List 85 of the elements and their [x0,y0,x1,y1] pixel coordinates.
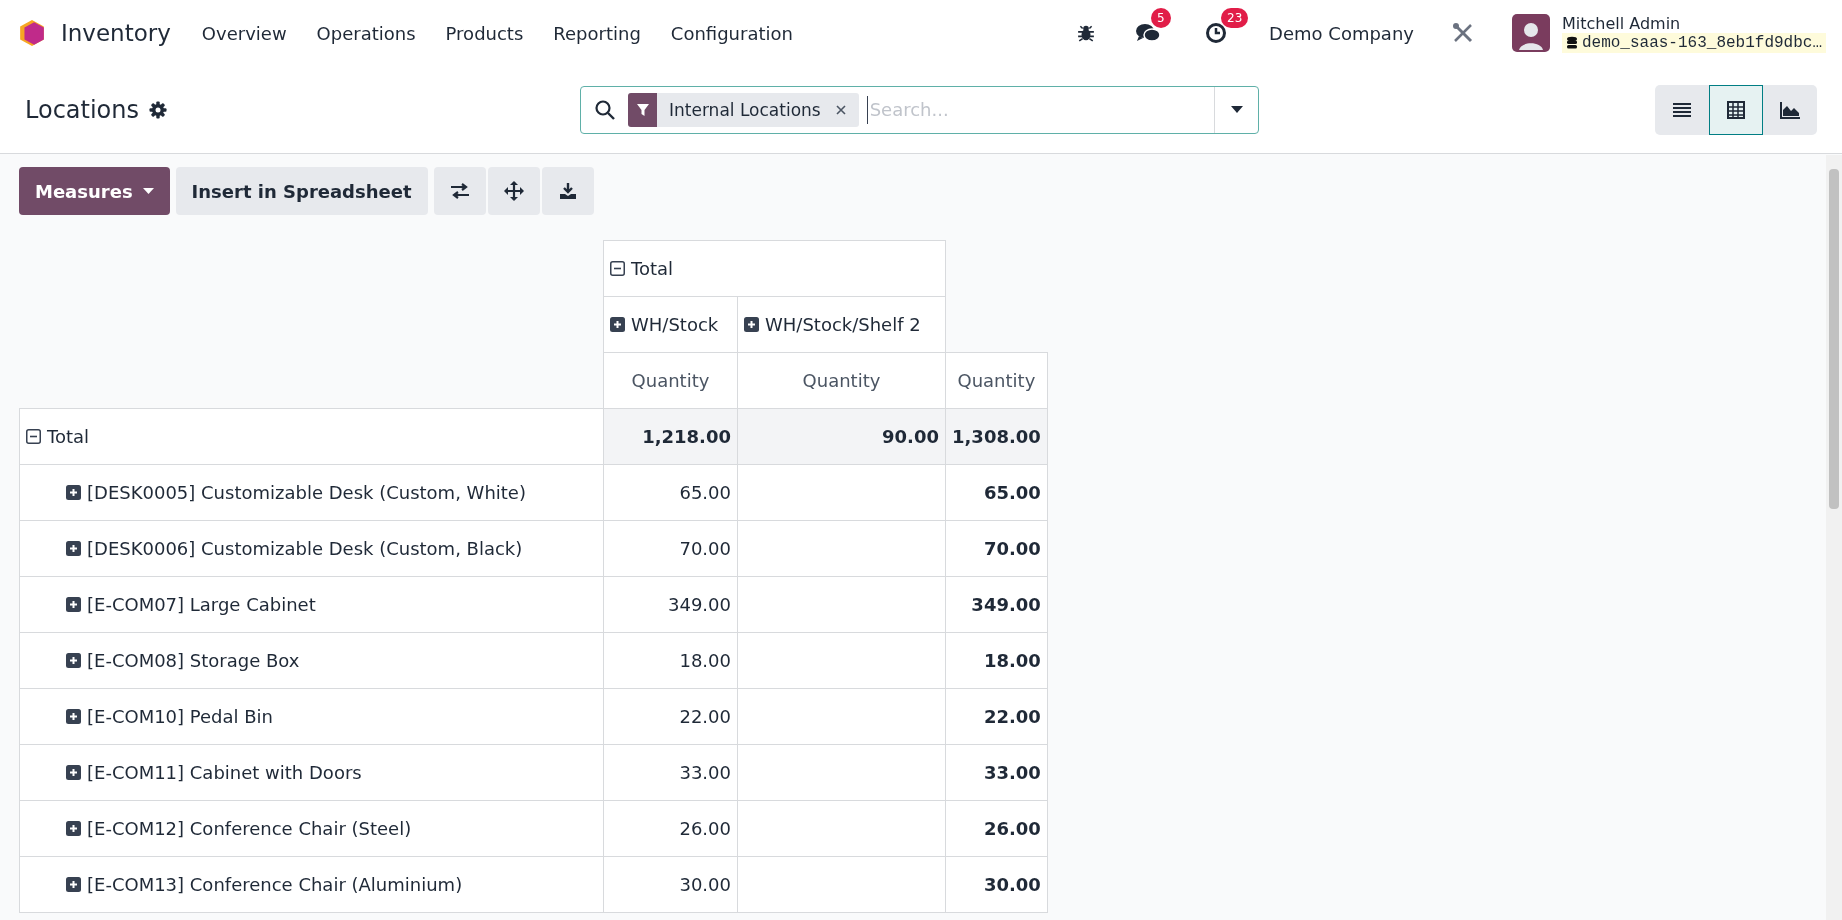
plus-square-icon [66,820,81,836]
settings-icon[interactable] [149,100,167,119]
value-cell: 22.00 [983,706,1041,727]
row-header[interactable]: [E-COM10] Pedal Bin [19,688,604,745]
user-name[interactable]: Mitchell Admin [1561,13,1826,33]
bug-icon[interactable] [1077,24,1096,42]
column-header[interactable]: Total [603,240,946,297]
value-cell: 65.00 [983,482,1041,503]
measure-header[interactable]: Quantity [945,352,1048,409]
row-header[interactable]: [E-COM13] Conference Chair (Aluminium) [19,856,604,913]
plus-square-icon [610,316,625,332]
caret-down-icon [142,187,154,195]
company-switcher[interactable]: Demo Company [1269,22,1414,44]
value-cell: 18.00 [983,650,1041,671]
plus-square-icon [66,484,81,500]
facet-label: Internal Locations [669,99,821,120]
search-icon[interactable] [594,98,616,121]
breadcrumb-title: Locations [25,95,139,124]
plus-square-icon [66,596,81,612]
row-header[interactable]: [E-COM11] Cabinet with Doors [19,744,604,801]
flip-axis-button[interactable] [433,167,486,215]
expand-all-button[interactable] [487,167,540,215]
measures-button[interactable]: Measures [19,167,170,215]
value-cell: 33.00 [679,762,731,783]
value-cell: 22.00 [679,706,731,727]
menu-item[interactable]: Operations [301,22,431,44]
download-icon [558,182,577,200]
minus-square-icon [610,260,625,276]
insert-spreadsheet-button[interactable]: Insert in Spreadsheet [175,167,428,215]
chat-bubbles-icon[interactable] [1135,22,1162,44]
database-icon [1565,35,1578,50]
value-cell: 18.00 [679,650,731,671]
plus-square-icon [66,708,81,724]
column-header[interactable]: WH/Stock [603,296,738,353]
swap-arrows-icon [449,183,470,199]
table-icon [1726,99,1746,120]
clock-icon[interactable] [1205,22,1228,44]
row-header[interactable]: [DESK0006] Customizable Desk (Custom, Black) [19,520,604,577]
row-header[interactable]: [E-COM08] Storage Box [19,632,604,689]
value-cell: 65.00 [679,482,731,503]
plus-square-icon [66,876,81,892]
message-count-badge: 5 [1151,8,1171,28]
value-cell: 30.00 [679,874,731,895]
row-header[interactable]: [E-COM07] Large Cabinet [19,576,604,633]
menu-item[interactable]: Products [430,22,539,44]
minus-square-icon [26,428,41,444]
pivot-view-button[interactable] [1709,84,1763,135]
value-cell: 30.00 [983,874,1041,895]
close-icon[interactable] [834,103,847,116]
measure-header[interactable]: Quantity [603,352,738,409]
app-name[interactable]: Inventory [61,20,171,46]
search-field[interactable]: Internal Locations Search... [580,85,1259,134]
value-cell: 1,308.00 [952,426,1041,447]
value-cell: 26.00 [983,818,1041,839]
plus-square-icon [66,540,81,556]
download-button[interactable] [541,167,594,215]
menu-item[interactable]: Reporting [538,22,656,44]
user-avatar[interactable] [1511,14,1550,52]
activity-count-badge: 23 [1221,8,1249,28]
plus-square-icon [744,316,759,332]
area-chart-icon [1779,100,1801,119]
value-cell: 70.00 [983,538,1041,559]
value-cell: 90.00 [882,426,939,447]
column-header[interactable]: WH/Stock/Shelf 2 [737,296,946,353]
move-arrows-icon [503,181,524,201]
value-cell: 26.00 [679,818,731,839]
caret-down-icon [1230,105,1243,114]
filter-icon [628,92,657,127]
menu-item[interactable]: Overview [186,22,302,44]
plus-square-icon [66,764,81,780]
plus-square-icon [66,652,81,668]
list-icon [1672,100,1692,119]
value-cell: 1,218.00 [642,426,731,447]
scrollbar[interactable] [1826,155,1842,920]
menu-item[interactable]: Configuration [655,22,808,44]
row-header[interactable]: Total [19,408,604,465]
value-cell: 70.00 [679,538,731,559]
row-header[interactable]: [DESK0005] Customizable Desk (Custom, White) [19,464,604,521]
value-cell: 349.00 [668,594,731,615]
database-name: demo_saas-163_8eb1fd9dbc… [1581,33,1822,52]
hexagon-logo-icon[interactable] [19,19,45,47]
measure-header[interactable]: Quantity [737,352,946,409]
value-cell: 349.00 [971,594,1041,615]
row-header[interactable]: [E-COM12] Conference Chair (Steel) [19,800,604,857]
value-cell: 33.00 [983,762,1041,783]
